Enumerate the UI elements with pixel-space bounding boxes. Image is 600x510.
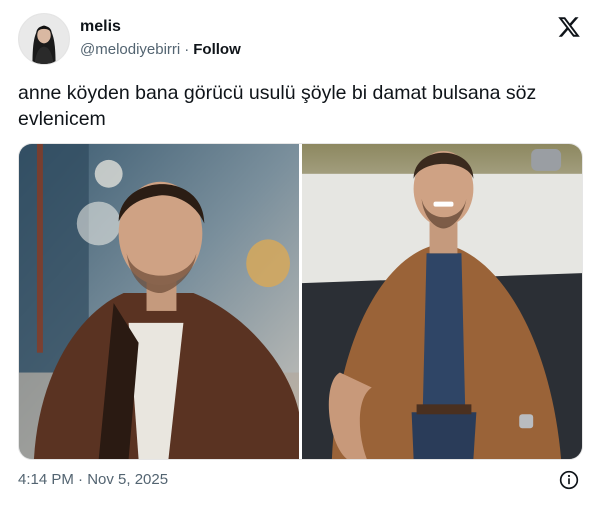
follow-button[interactable]: Follow xyxy=(193,41,241,58)
avatar-image xyxy=(19,14,69,64)
separator-dot: · xyxy=(184,41,190,58)
avatar[interactable] xyxy=(18,13,70,65)
tweet-card: melis @melodiyebirri · Follow anne köyden … xyxy=(0,0,600,510)
author-name[interactable]: melis xyxy=(80,18,121,36)
handle-row: @melodiyebirri · Follow xyxy=(80,41,241,58)
photo-left[interactable] xyxy=(19,144,299,459)
info-icon[interactable] xyxy=(559,470,579,490)
media-grid xyxy=(18,143,583,460)
x-logo-icon[interactable] xyxy=(556,15,582,39)
timestamp[interactable]: 4:14 PM · Nov 5, 2025 xyxy=(18,471,168,488)
tweet-text: anne köyden bana görücü usulü şöyle bi d… xyxy=(18,82,537,130)
photo-right[interactable] xyxy=(302,144,582,459)
author-handle[interactable]: @melodiyebirri xyxy=(80,41,180,58)
